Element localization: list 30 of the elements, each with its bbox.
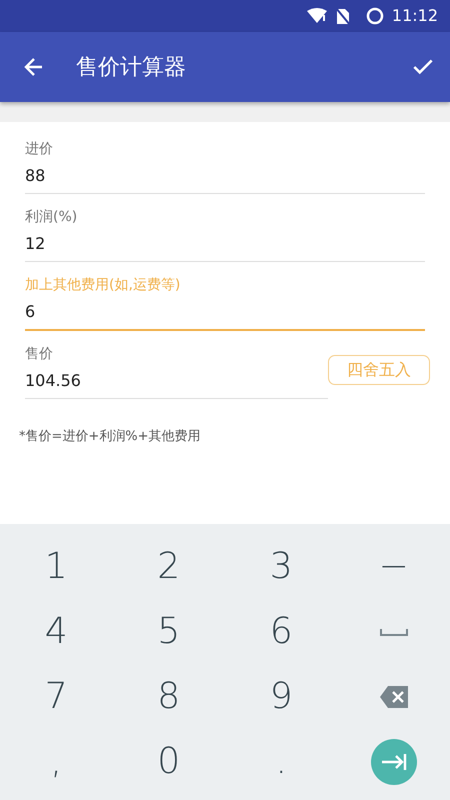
status-time: 11:12 (392, 5, 438, 27)
no-sim-icon (336, 8, 350, 24)
backspace-icon[interactable] (378, 684, 409, 708)
keyboard-key[interactable]: 9 (225, 664, 338, 729)
keyboard-key[interactable]: 8 (112, 664, 225, 729)
field-label: 加上其他费用(如,运费等) (25, 276, 182, 294)
keyboard-key[interactable]: 1 (0, 534, 112, 599)
next-field-icon[interactable] (370, 738, 417, 784)
input-field[interactable]: 12 (25, 226, 425, 262)
field-label: 进价 (25, 140, 54, 158)
input-field[interactable]: 104.56 (25, 363, 328, 399)
field-label: 利润(%) (25, 208, 78, 226)
keyboard-key[interactable]: 2 (112, 534, 225, 599)
keyboard-key[interactable]: 3 (225, 534, 338, 599)
keyboard-key[interactable]: 0 (112, 729, 225, 794)
keyboard-key[interactable]: , (0, 729, 112, 794)
formula-note: *售价=进价+利润%+其他费用 (19, 428, 202, 446)
field-label: 售价 (25, 345, 54, 363)
wifi-icon (306, 8, 328, 24)
keyboard-key[interactable]: 7 (0, 664, 112, 729)
keyboard-key[interactable]: 4 (0, 599, 112, 664)
input-field[interactable]: 6 (25, 294, 425, 331)
app-title: 售价计算器 (76, 54, 187, 82)
keyboard-key[interactable]: 5 (112, 599, 225, 664)
keyboard-key[interactable]: . (225, 729, 338, 794)
input-field[interactable]: 88 (25, 158, 425, 194)
battery-saver-icon (366, 7, 384, 25)
keyboard-key[interactable]: 6 (225, 599, 338, 664)
space-key[interactable] (378, 626, 409, 636)
keyboard-key[interactable]: − (338, 534, 450, 599)
